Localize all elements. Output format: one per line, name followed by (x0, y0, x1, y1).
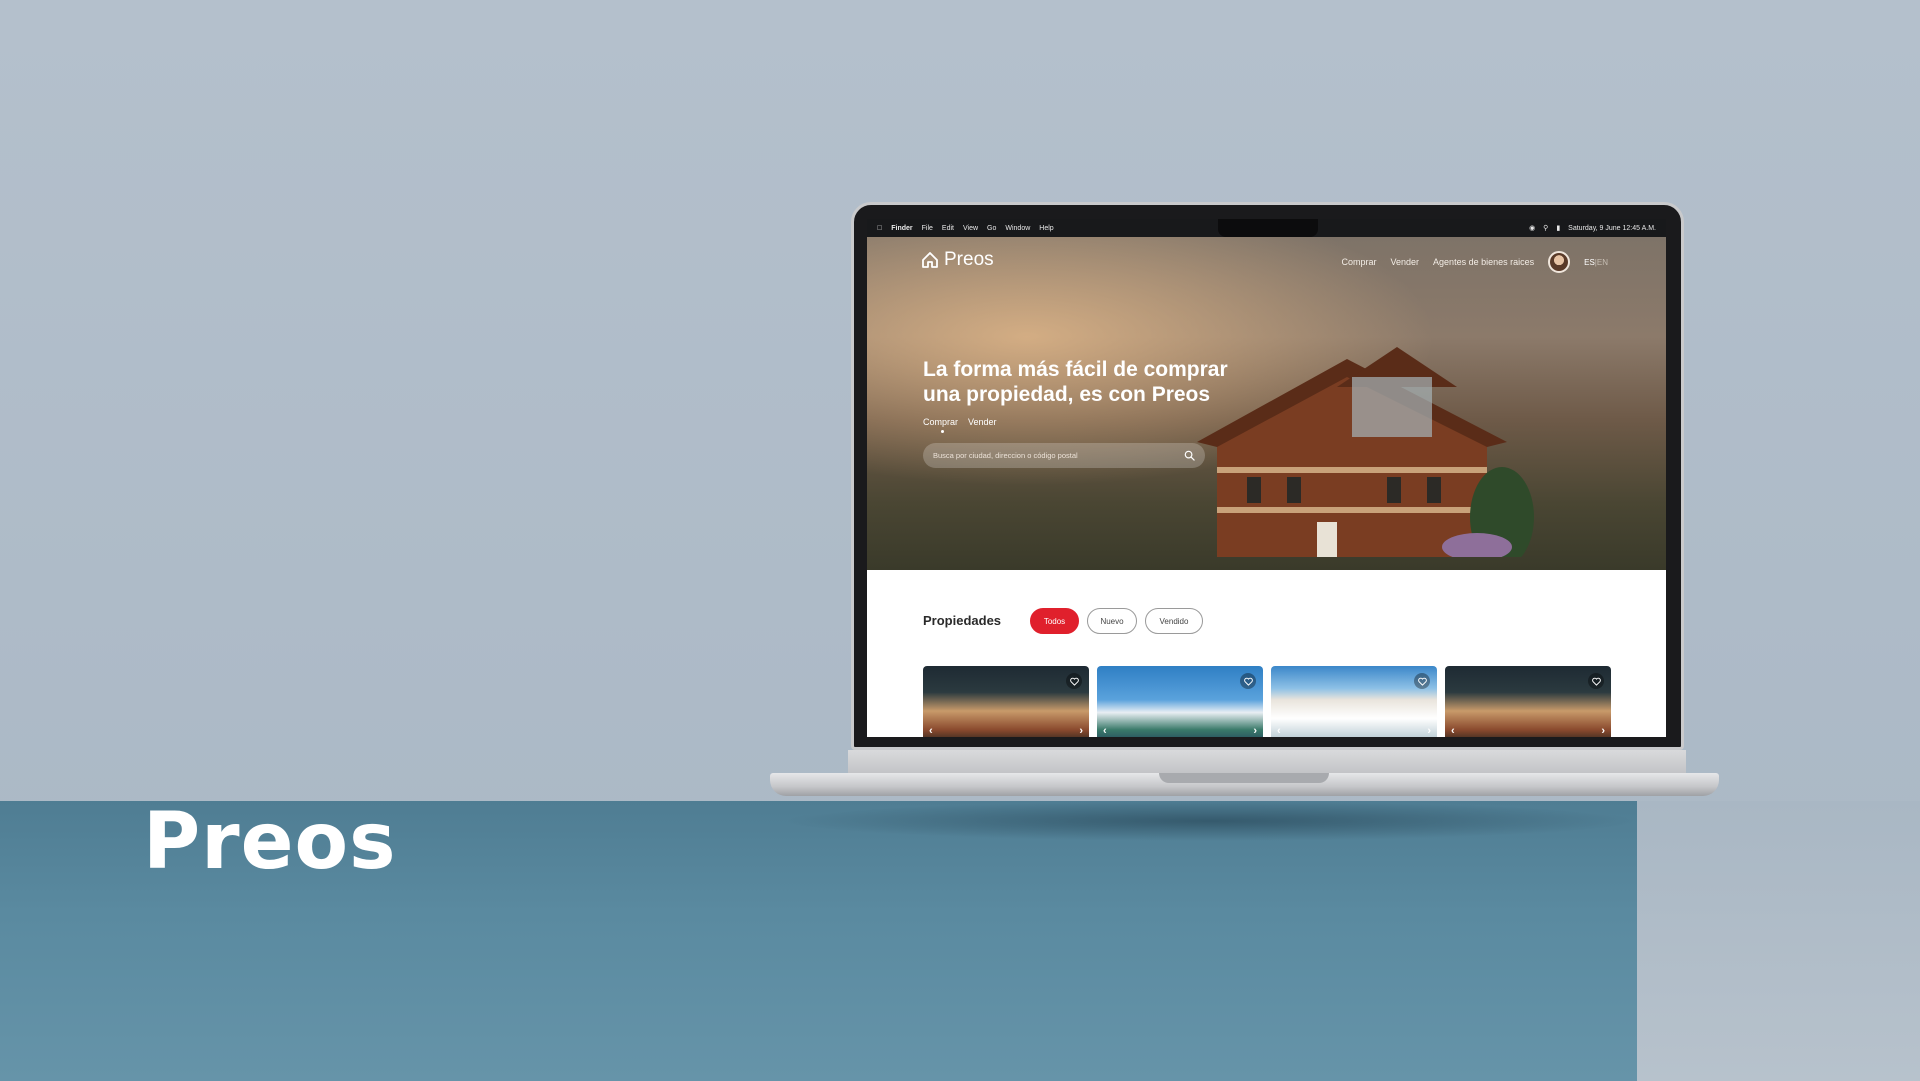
menu-view[interactable]: View (963, 225, 978, 232)
language-switcher[interactable]: ES|EN (1584, 258, 1608, 267)
site-logo[interactable]: Preos (921, 249, 994, 271)
tab-comprar[interactable]: Comprar (923, 417, 958, 433)
property-card[interactable]: ‹ › (1097, 666, 1263, 737)
logo-text: Preos (944, 249, 994, 270)
menu-file[interactable]: File (922, 225, 933, 232)
nav-agentes[interactable]: Agentes de bienes raices (1433, 257, 1534, 267)
properties-section: Propiedades Todos Nuevo Vendido ‹ › ‹ › … (867, 570, 1666, 737)
hero-section: Preos Comprar Vender Agentes de bienes r… (867, 237, 1666, 570)
laptop-trackpad-notch (1159, 773, 1329, 783)
chevron-left-icon[interactable]: ‹ (929, 725, 933, 737)
heart-icon[interactable] (1414, 673, 1430, 689)
hero-title: La forma más fácil de comprar una propie… (923, 358, 1228, 406)
slide-brand-title: Preos (143, 797, 397, 887)
laptop-hinge (848, 750, 1686, 774)
camera-notch (1218, 219, 1318, 237)
wifi-icon[interactable]: ◉ (1529, 224, 1535, 232)
menu-go[interactable]: Go (987, 225, 996, 232)
search-icon[interactable] (1184, 450, 1195, 461)
laptop-screen:  Finder File Edit View Go Window Help ◉… (867, 219, 1666, 737)
chevron-right-icon[interactable]: › (1079, 725, 1083, 737)
filter-vendido[interactable]: Vendido (1145, 608, 1203, 634)
menu-window[interactable]: Window (1005, 225, 1030, 232)
property-card[interactable]: ‹ › (1271, 666, 1437, 737)
chevron-left-icon[interactable]: ‹ (1277, 725, 1281, 737)
heart-icon[interactable] (1240, 673, 1256, 689)
hero-tabs: Comprar Vender (923, 417, 997, 433)
nav-vender[interactable]: Vender (1391, 257, 1420, 267)
battery-icon[interactable]: ▮ (1556, 224, 1560, 232)
menu-edit[interactable]: Edit (942, 225, 954, 232)
search-input[interactable]: Busca por ciudad, direccion o código pos… (923, 443, 1205, 468)
lang-en[interactable]: EN (1597, 258, 1608, 267)
laptop-shadow (780, 801, 1640, 841)
lang-es[interactable]: ES (1584, 258, 1595, 267)
chevron-left-icon[interactable]: ‹ (1451, 725, 1455, 737)
chevron-left-icon[interactable]: ‹ (1103, 725, 1107, 737)
main-nav: Comprar Vender Agentes de bienes raices … (1342, 251, 1608, 273)
spotlight-icon[interactable]: ⚲ (1543, 224, 1548, 232)
menu-help[interactable]: Help (1039, 225, 1053, 232)
nav-comprar[interactable]: Comprar (1342, 257, 1377, 267)
site-header: Preos Comprar Vender Agentes de bienes r… (867, 237, 1666, 277)
chevron-right-icon[interactable]: › (1427, 725, 1431, 737)
chevron-right-icon[interactable]: › (1253, 725, 1257, 737)
property-card[interactable]: ‹ › (923, 666, 1089, 737)
pedestal-background (1637, 801, 1920, 1081)
avatar[interactable] (1548, 251, 1571, 273)
chevron-right-icon[interactable]: › (1601, 725, 1605, 737)
filter-nuevo[interactable]: Nuevo (1087, 608, 1137, 634)
menu-finder[interactable]: Finder (891, 225, 912, 232)
heart-icon[interactable] (1588, 673, 1604, 689)
menubar-clock[interactable]: Saturday, 9 June 12:45 A.M. (1568, 225, 1656, 232)
filter-todos[interactable]: Todos (1030, 608, 1079, 634)
search-placeholder: Busca por ciudad, direccion o código pos… (933, 451, 1078, 460)
heart-icon[interactable] (1066, 673, 1082, 689)
property-card[interactable]: ‹ › (1445, 666, 1611, 737)
apple-icon[interactable]:  (877, 225, 882, 232)
tab-vender[interactable]: Vender (968, 417, 997, 427)
home-icon (922, 252, 938, 268)
properties-title: Propiedades (923, 613, 1002, 628)
